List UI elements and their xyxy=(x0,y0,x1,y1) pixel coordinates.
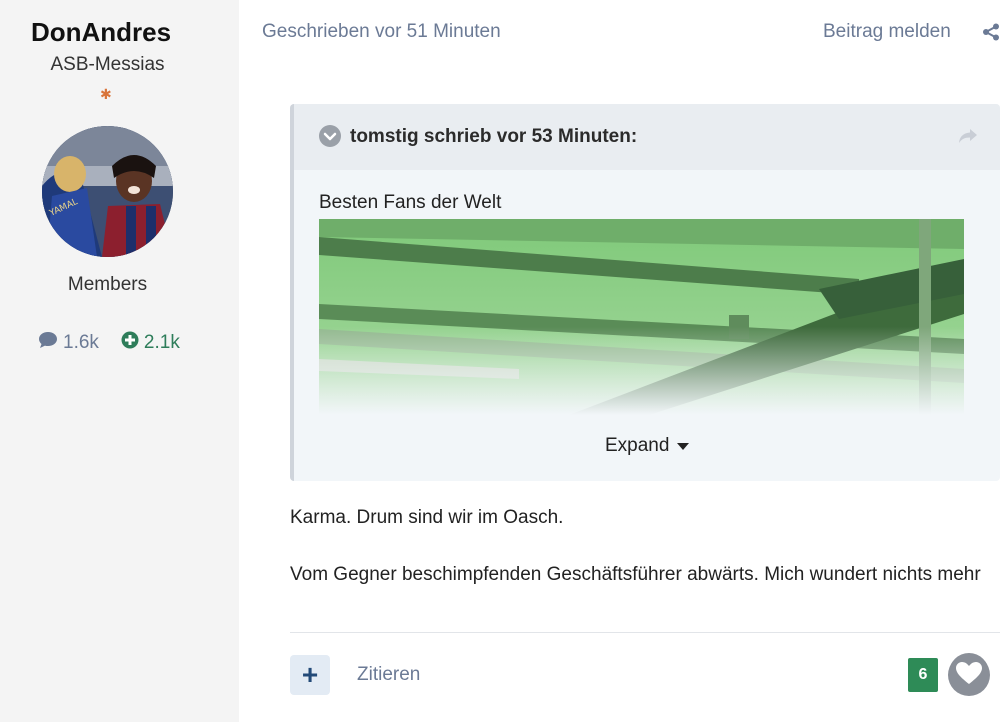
expand-label: Expand xyxy=(605,435,670,456)
share-arrow-icon[interactable] xyxy=(958,128,978,149)
reaction-count[interactable]: 6 xyxy=(908,658,938,692)
heart-icon xyxy=(949,652,989,698)
author-rank-title: ASB-Messias xyxy=(50,54,165,75)
forum-post: DonAndres ASB-Messias ✱ YAMAL Members 1.… xyxy=(0,0,1000,722)
comment-icon xyxy=(38,331,58,355)
author-panel: DonAndres ASB-Messias ✱ YAMAL Members 1.… xyxy=(0,0,239,722)
like-button[interactable] xyxy=(948,652,990,698)
author-group: Members xyxy=(67,274,148,295)
author-name[interactable]: DonAndres xyxy=(0,17,202,48)
post-paragraph: Karma. Drum sind wir im Oasch. xyxy=(290,507,564,528)
quote-header: tomstig schrieb vor 53 Minuten: xyxy=(294,104,1000,170)
quote-image[interactable] xyxy=(319,219,964,415)
quote-text: Besten Fans der Welt xyxy=(319,192,502,213)
avatar[interactable]: YAMAL xyxy=(42,126,173,257)
author-stats: 1.6k 2.1k xyxy=(38,331,180,355)
quote-citation[interactable]: tomstig schrieb vor 53 Minuten: xyxy=(350,126,637,148)
expand-button[interactable]: Expand xyxy=(605,435,690,457)
share-icon[interactable] xyxy=(982,23,1000,46)
divider xyxy=(290,632,1000,633)
reputation-count[interactable]: 2.1k xyxy=(121,331,180,355)
caret-down-icon xyxy=(677,435,690,457)
posts-count[interactable]: 1.6k xyxy=(38,331,99,355)
plus-circle-icon xyxy=(121,331,139,355)
multiquote-button[interactable]: + xyxy=(290,655,330,695)
report-post-link[interactable]: Beitrag melden xyxy=(823,21,951,43)
star-icon: ✱ xyxy=(100,86,112,102)
posts-count-value: 1.6k xyxy=(63,332,99,353)
post-timestamp[interactable]: Geschrieben vor 51 Minuten xyxy=(262,21,501,43)
chevron-down-circle-icon[interactable] xyxy=(319,125,341,152)
quote-button[interactable]: Zitieren xyxy=(357,664,420,686)
quote-block: tomstig schrieb vor 53 Minuten: Besten F… xyxy=(290,104,1000,481)
reputation-count-value: 2.1k xyxy=(143,332,180,353)
post-paragraph: Vom Gegner beschimpfenden Geschäftsführe… xyxy=(290,564,981,585)
